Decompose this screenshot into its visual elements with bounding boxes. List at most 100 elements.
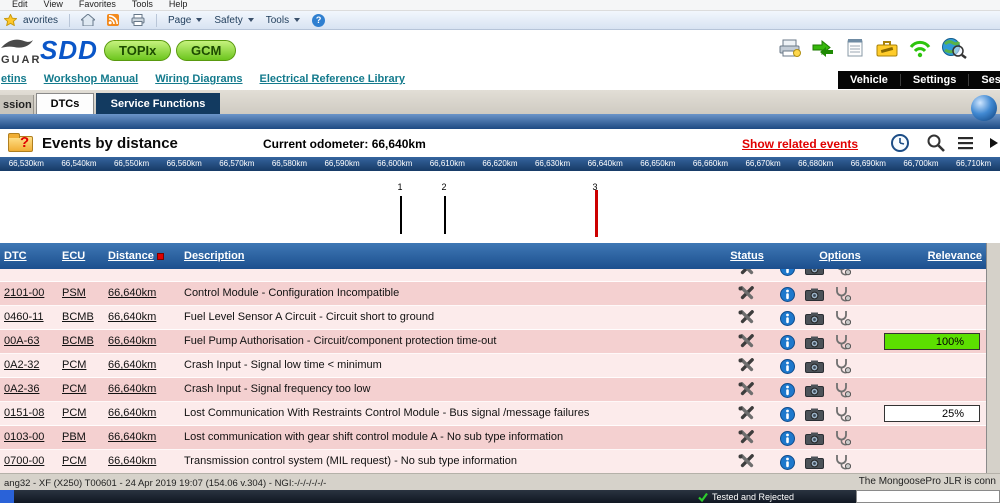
info-icon[interactable] — [780, 431, 795, 446]
stethoscope-icon[interactable] — [834, 454, 851, 470]
event-marker-1[interactable] — [400, 196, 402, 234]
distance-header-label[interactable]: Distance — [108, 250, 154, 262]
ecu-link[interactable]: BCMB — [62, 311, 94, 323]
status-tools-icon[interactable] — [736, 285, 758, 301]
nav-link[interactable]: etins — [1, 73, 27, 85]
help-question-icon[interactable]: ? — [20, 134, 29, 151]
stethoscope-icon[interactable] — [834, 382, 851, 398]
menu-item-view[interactable]: View — [36, 0, 71, 10]
info-icon[interactable] — [780, 335, 795, 350]
column-header-dtc[interactable]: DTC — [4, 250, 27, 262]
ecu-link[interactable]: PCM — [62, 455, 86, 467]
camera-icon[interactable] — [805, 384, 824, 397]
stethoscope-icon[interactable] — [834, 286, 851, 302]
data-exchange-icon[interactable] — [811, 38, 835, 58]
column-header-ecu[interactable]: ECU — [62, 250, 85, 262]
dtc-code-link[interactable]: 0A2-32 — [4, 359, 39, 371]
scrollbar-track[interactable] — [986, 243, 1000, 473]
distance-link[interactable]: 66,640km — [108, 287, 156, 299]
info-icon[interactable] — [780, 269, 795, 276]
column-header-relevance[interactable]: Relevance — [884, 250, 982, 262]
menu-item-edit[interactable]: Edit — [4, 0, 36, 10]
dtc-code-link[interactable]: 0A2-36 — [4, 383, 39, 395]
status-tools-icon[interactable] — [736, 309, 758, 325]
nav-link[interactable]: Workshop Manual — [44, 73, 139, 85]
status-tools-icon[interactable] — [736, 357, 758, 373]
dtc-code-link[interactable]: 00A-63 — [4, 335, 39, 347]
distance-link[interactable]: 66,640km — [108, 407, 156, 419]
distance-link[interactable]: 66,640km — [108, 383, 156, 395]
column-header-description[interactable]: Description — [184, 250, 245, 262]
page-menu-button[interactable]: Page — [162, 12, 208, 29]
distance-link[interactable]: 66,640km — [108, 455, 156, 467]
dtc-code-link[interactable]: 0151-08 — [4, 407, 44, 419]
session-tab-settings[interactable]: Settings — [901, 74, 969, 86]
stethoscope-icon[interactable] — [834, 269, 851, 276]
notification-box[interactable] — [856, 490, 1000, 503]
distance-link[interactable]: 66,640km — [108, 359, 156, 371]
device-config-icon[interactable] — [778, 38, 802, 58]
stethoscope-icon[interactable] — [834, 406, 851, 422]
home-icon[interactable] — [75, 12, 101, 29]
dtc-code-link[interactable]: 0103-00 — [4, 431, 44, 443]
ecu-link[interactable]: BCMB — [62, 335, 94, 347]
session-globe-icon[interactable] — [971, 95, 997, 121]
ecu-link[interactable]: PBM — [62, 431, 86, 443]
info-icon[interactable] — [780, 359, 795, 374]
wireless-icon[interactable] — [908, 38, 932, 58]
nav-link[interactable]: Wiring Diagrams — [155, 73, 242, 85]
stethoscope-icon[interactable] — [834, 358, 851, 374]
status-tools-icon[interactable] — [736, 405, 758, 421]
ecu-link[interactable]: PCM — [62, 359, 86, 371]
camera-icon[interactable] — [805, 456, 824, 469]
status-tools-icon[interactable] — [736, 429, 758, 445]
info-icon[interactable] — [780, 383, 795, 398]
table-row[interactable]: 2101-00 PSM 66,640km Control Module - Co… — [0, 282, 986, 306]
status-tools-icon[interactable] — [736, 333, 758, 349]
status-tools-icon[interactable] — [736, 453, 758, 469]
toolbox-icon[interactable] — [875, 38, 899, 58]
menu-item-tools[interactable]: Tools — [124, 0, 161, 10]
camera-icon[interactable] — [805, 269, 824, 275]
tab-session[interactable]: ssion — [0, 95, 34, 114]
menu-item-favorites[interactable]: Favorites — [71, 0, 124, 10]
table-row[interactable]: 0A2-32 PCM 66,640km Crash Input - Signal… — [0, 354, 986, 378]
favorites-button[interactable]: avorites — [17, 12, 64, 29]
print-icon[interactable] — [125, 12, 151, 29]
list-view-icon[interactable] — [957, 135, 975, 151]
start-button-stub[interactable] — [0, 490, 14, 503]
column-header-status[interactable]: Status — [722, 250, 772, 262]
rss-feed-icon[interactable] — [101, 12, 125, 29]
camera-icon[interactable] — [805, 336, 824, 349]
table-row[interactable]: 0A2-36 PCM 66,640km Crash Input - Signal… — [0, 378, 986, 402]
status-tools-icon[interactable] — [736, 381, 758, 397]
distance-link[interactable]: 66,640km — [108, 311, 156, 323]
global-search-icon[interactable] — [941, 37, 967, 59]
stethoscope-icon[interactable] — [834, 310, 851, 326]
dtc-code-link[interactable]: 0460-11 — [4, 311, 44, 323]
distance-link[interactable]: 66,640km — [108, 431, 156, 443]
favorites-star-icon[interactable] — [4, 14, 17, 26]
info-icon[interactable] — [780, 455, 795, 470]
session-tab-vehicle[interactable]: Vehicle — [838, 74, 901, 86]
ecu-link[interactable]: PCM — [62, 407, 86, 419]
help-icon[interactable]: ? — [312, 14, 325, 27]
session-notes-icon[interactable] — [844, 38, 866, 58]
table-row[interactable]: 0460-11 BCMB 66,640km Fuel Level Sensor … — [0, 306, 986, 330]
stethoscope-icon[interactable] — [834, 334, 851, 350]
column-header-distance[interactable]: Distance — [108, 250, 164, 262]
dtc-code-link[interactable]: 0700-00 — [4, 455, 44, 467]
ecu-link[interactable]: PSM — [62, 287, 86, 299]
session-tab-sessio[interactable]: Sessio — [969, 74, 1000, 86]
info-icon[interactable] — [780, 287, 795, 302]
search-icon[interactable] — [926, 133, 946, 153]
camera-icon[interactable] — [805, 360, 824, 373]
tab-dtcs[interactable]: DTCs — [36, 93, 94, 114]
table-row[interactable]: 0700-00 PCM 66,640km Transmission contro… — [0, 450, 986, 474]
status-tools-icon[interactable] — [736, 269, 758, 276]
menu-item-help[interactable]: Help — [161, 0, 196, 10]
safety-menu-button[interactable]: Safety — [208, 12, 259, 29]
event-marker-2[interactable] — [444, 196, 446, 234]
nav-link[interactable]: Electrical Reference Library — [260, 73, 406, 85]
collapse-panel-icon[interactable] — [990, 138, 998, 148]
